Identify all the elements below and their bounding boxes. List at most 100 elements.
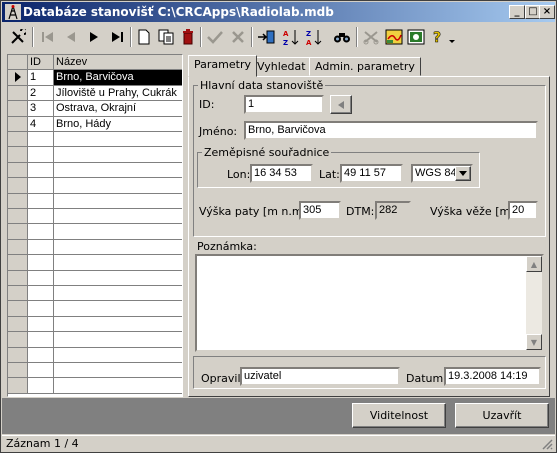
cell-id[interactable] (28, 209, 54, 225)
resize-grip-icon[interactable] (542, 439, 553, 450)
tools-icon[interactable] (7, 26, 29, 48)
cell-name[interactable] (54, 132, 182, 148)
cell-name[interactable] (54, 147, 182, 163)
visibility-button[interactable]: Viditelnost (352, 403, 446, 428)
find-icon[interactable] (331, 26, 353, 48)
scroll-up-icon[interactable]: ▲ (526, 256, 542, 272)
row-indicator[interactable] (8, 239, 28, 256)
cell-id[interactable] (28, 193, 54, 209)
cell-id[interactable] (28, 132, 54, 148)
scroll-down-icon[interactable]: ▼ (526, 334, 542, 350)
cell-name[interactable]: Jíloviště u Prahy, Cukrák (54, 86, 182, 102)
note-scrollbar[interactable]: ▲ ▼ (526, 256, 542, 350)
cell-name[interactable] (54, 378, 182, 394)
column-header-name[interactable]: Název (54, 55, 182, 71)
tower-height-field[interactable]: 20 (508, 201, 538, 220)
cell-name[interactable] (54, 363, 182, 379)
next-record-icon[interactable] (83, 26, 105, 48)
new-record-icon[interactable] (133, 26, 155, 48)
cancel-icon[interactable] (227, 26, 249, 48)
map-icon[interactable] (383, 26, 405, 48)
cell-name[interactable] (54, 286, 182, 302)
last-record-icon[interactable] (106, 26, 128, 48)
confirm-icon[interactable] (204, 26, 226, 48)
close-button[interactable]: Uzavřít (455, 403, 549, 428)
cell-id[interactable] (28, 316, 54, 333)
id-back-button[interactable] (330, 95, 352, 114)
cell-id[interactable]: 2 (28, 85, 54, 102)
tab-parametry[interactable]: Parametry (188, 55, 257, 77)
tab-vyhledat[interactable]: Vyhledat (251, 57, 312, 76)
editor-field[interactable]: uzivatel (240, 367, 400, 386)
row-indicator[interactable] (8, 347, 28, 363)
cell-id[interactable] (28, 162, 54, 179)
cell-name[interactable] (54, 224, 182, 240)
row-indicator[interactable] (8, 363, 28, 379)
cut-icon[interactable] (360, 26, 382, 48)
close-window-button[interactable]: × (539, 5, 555, 19)
cell-name[interactable] (54, 178, 182, 194)
row-indicator[interactable] (8, 147, 28, 163)
import-icon[interactable] (255, 26, 277, 48)
cell-id[interactable] (28, 147, 54, 163)
overflow-icon[interactable] (446, 26, 458, 48)
prev-record-icon[interactable] (60, 26, 82, 48)
cell-name[interactable] (54, 301, 182, 317)
cell-id[interactable] (28, 255, 54, 271)
sort-descending-icon[interactable]: ZA (303, 26, 325, 48)
cell-name[interactable] (54, 240, 182, 256)
copy-record-icon[interactable] (155, 26, 177, 48)
cell-name[interactable] (54, 271, 182, 286)
row-indicator[interactable] (8, 316, 28, 333)
cell-id[interactable]: 1 (28, 70, 54, 86)
cell-name[interactable] (54, 348, 182, 363)
row-indicator[interactable] (8, 193, 28, 209)
cell-id[interactable] (28, 332, 54, 348)
row-indicator[interactable] (8, 70, 28, 86)
cell-id[interactable] (28, 301, 54, 317)
cell-name[interactable]: Brno, Barvičova (54, 70, 182, 86)
cell-id[interactable] (28, 239, 54, 256)
cell-id[interactable] (28, 178, 54, 194)
row-indicator[interactable] (8, 101, 28, 117)
row-indicator[interactable] (8, 332, 28, 348)
cell-name[interactable] (54, 209, 182, 225)
picture-icon[interactable] (405, 26, 427, 48)
lon-field[interactable]: 16 34 53 (250, 164, 313, 183)
row-indicator[interactable] (8, 85, 28, 102)
cell-id[interactable] (28, 224, 54, 240)
title-bar[interactable]: Databáze stanovišť C:\CRCApps\Radiolab.m… (2, 2, 555, 22)
id-field[interactable]: 1 (244, 95, 324, 114)
row-indicator[interactable] (8, 209, 28, 225)
cell-name[interactable] (54, 317, 182, 333)
cell-name[interactable]: Ostrava, Okrajní (54, 101, 182, 117)
lat-field[interactable]: 49 11 57 (340, 164, 403, 183)
tab-admin-parametry[interactable]: Admin. parametry (309, 57, 421, 76)
datum-dropdown-button[interactable] (455, 166, 471, 181)
cell-id[interactable] (28, 347, 54, 363)
cell-name[interactable] (54, 332, 182, 348)
row-indicator[interactable] (8, 255, 28, 271)
cell-name[interactable] (54, 255, 182, 271)
row-indicator[interactable] (8, 162, 28, 179)
cell-id[interactable]: 3 (28, 101, 54, 117)
row-indicator[interactable] (8, 378, 28, 394)
row-indicator[interactable] (8, 301, 28, 317)
cell-id[interactable] (28, 378, 54, 394)
cell-id[interactable] (28, 286, 54, 302)
date-field[interactable]: 19.3.2008 14:19 (444, 367, 541, 386)
cell-id[interactable]: 4 (28, 116, 54, 132)
delete-record-icon[interactable] (177, 26, 199, 48)
row-indicator[interactable] (8, 132, 28, 148)
row-indicator[interactable] (8, 224, 28, 240)
cell-name[interactable] (54, 194, 182, 209)
base-height-field[interactable]: 305 (299, 201, 341, 220)
stations-grid[interactable]: ID Název 1 Brno, Barvičova 2 Jíloviště u Pr… (7, 54, 183, 397)
name-field[interactable]: Brno, Barvičova (244, 121, 538, 140)
sort-ascending-icon[interactable]: AZ (280, 26, 302, 48)
row-indicator[interactable] (8, 286, 28, 302)
row-indicator[interactable] (8, 178, 28, 194)
note-textarea[interactable] (195, 254, 544, 352)
cell-name[interactable]: Brno, Hády (54, 117, 182, 132)
row-indicator[interactable] (8, 270, 28, 286)
